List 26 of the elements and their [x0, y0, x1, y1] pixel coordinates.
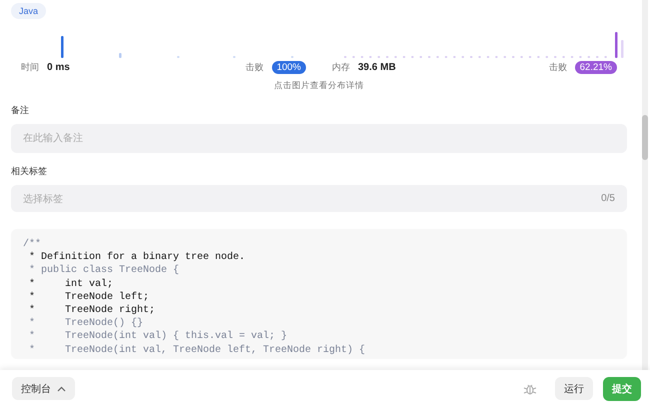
chevron-up-icon	[57, 386, 66, 392]
code-line: * TreeNode(int val) { this.val = val; }	[28, 330, 288, 344]
beat-label: 击败	[246, 61, 264, 74]
run-button[interactable]: 运行	[555, 377, 593, 400]
code-line: * Definition for a binary tree node.	[28, 251, 246, 264]
code-line: * public class TreeNode {	[28, 264, 180, 278]
code-line: /**	[23, 238, 42, 252]
code-line: * int val;	[28, 278, 114, 291]
field-label: 相关标签	[11, 165, 48, 178]
code-line: * TreeNode(int val, TreeNode left, TreeNode right) {	[28, 344, 366, 357]
stat-label: 时间	[21, 61, 39, 74]
beat-label: 击败	[548, 61, 567, 74]
percentile-badge: 100%	[272, 61, 306, 74]
code-line: * TreeNode() {}	[28, 317, 144, 330]
chart-hint: 点击图片查看分布详情	[273, 80, 365, 92]
stat-value: 39.6 MB	[358, 62, 396, 73]
percentile-badge: 62.21%	[574, 61, 617, 74]
stat-value: 0 ms	[47, 62, 70, 73]
stat-label: 内存	[332, 61, 350, 74]
note-field[interactable]: 在此输入备注	[11, 124, 627, 153]
scrollbar[interactable]	[642, 0, 648, 370]
code-line: * TreeNode left;	[28, 290, 150, 304]
code-line: * TreeNode right;	[28, 304, 156, 318]
language-tag: Java	[11, 3, 46, 19]
field-label: 备注	[11, 104, 30, 117]
console-button[interactable]: 控制台	[12, 377, 75, 400]
